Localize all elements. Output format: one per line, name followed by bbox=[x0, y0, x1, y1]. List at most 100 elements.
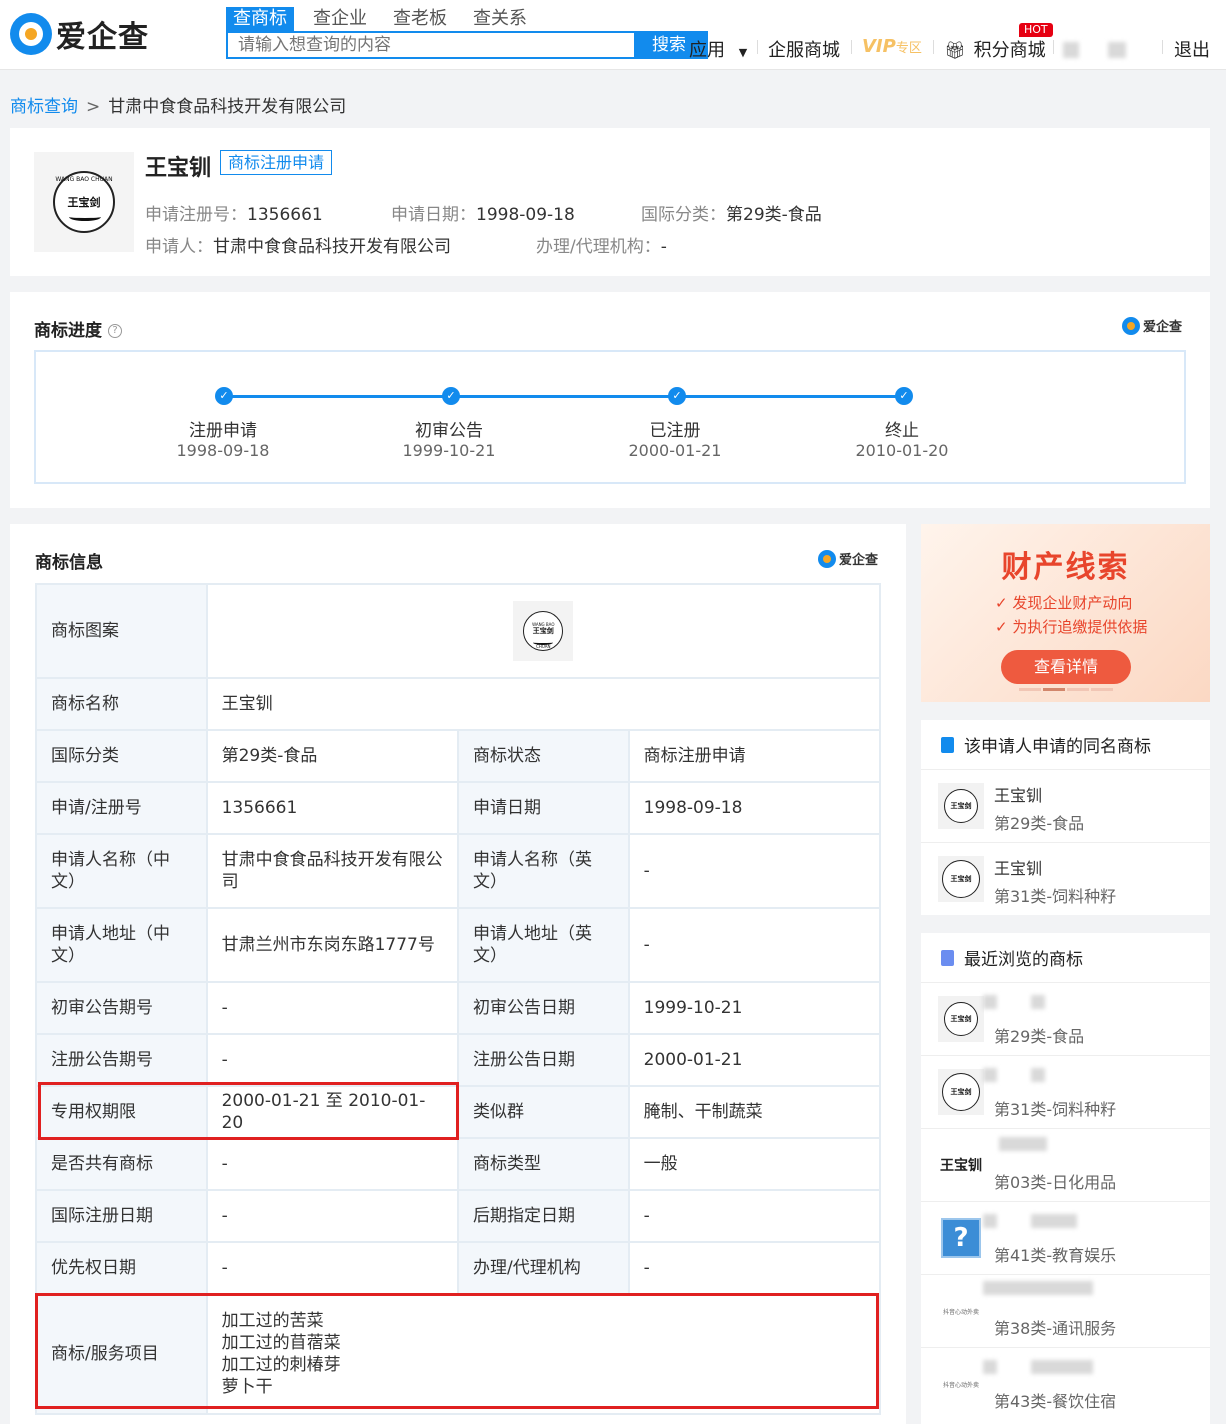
name-blurred bbox=[1031, 1214, 1077, 1228]
table-key: 申请人地址（中文） bbox=[35, 907, 208, 983]
username-blurred[interactable] bbox=[1108, 42, 1126, 58]
breadcrumb-separator: > bbox=[86, 97, 101, 117]
search-tabs: 查商标 查企业 查老板 查关系 bbox=[226, 7, 546, 31]
emblem-text: 王宝剑 bbox=[950, 1088, 972, 1096]
table-value: WANG BAO CHUAN 王宝剑 bbox=[205, 583, 882, 679]
nav-divider bbox=[1053, 40, 1054, 54]
list-item[interactable]: 王宝剑 王宝钏 第31类-饲料种籽 bbox=[921, 843, 1210, 916]
step-check-icon: ✓ bbox=[668, 387, 686, 405]
table-key: 办理/代理机构 bbox=[457, 1241, 630, 1295]
table-row: 申请人名称（中文） 甘肃中食食品科技开发有限公司 申请人名称（英文） - bbox=[35, 833, 882, 909]
tab-boss[interactable]: 查老板 bbox=[386, 7, 454, 31]
help-icon[interactable]: ? bbox=[108, 324, 122, 338]
emblem-wave bbox=[69, 213, 101, 221]
avatar[interactable] bbox=[1063, 42, 1079, 58]
table-row: 注册公告期号 - 注册公告日期 2000-01-21 bbox=[35, 1033, 882, 1087]
trademark-emblem: 王宝剑 bbox=[944, 1002, 978, 1036]
same-name-trademarks: 该申请人申请的同名商标 王宝剑 王宝钏 第29类-食品 王宝剑 王宝钏 第31类… bbox=[921, 720, 1210, 915]
nav-apps[interactable]: 应用 ▼ bbox=[689, 36, 747, 62]
table-value: - bbox=[205, 1137, 460, 1191]
table-key: 优先权日期 bbox=[35, 1241, 208, 1295]
search-input[interactable] bbox=[228, 33, 636, 57]
table-row: 国际注册日期 - 后期指定日期 - bbox=[35, 1189, 882, 1243]
table-value: - bbox=[627, 907, 882, 983]
promo-banner[interactable]: 财产线索 ✓ 发现企业财产动向 ✓ 为执行追缴提供依据 查看详情 bbox=[921, 524, 1210, 702]
breadcrumb: 商标查询 > 甘肃中食食品科技开发有限公司 bbox=[10, 92, 346, 117]
list-item[interactable]: 抖音心动外卖 第38类-通讯服务 bbox=[921, 1275, 1210, 1348]
trademark-emblem: 王宝剑 bbox=[942, 1073, 980, 1111]
table-key: 类似群 bbox=[457, 1085, 630, 1139]
nav-vip-zone[interactable]: VIP专区 bbox=[862, 36, 922, 57]
trademark-thumb: 抖音心动外卖 bbox=[938, 1361, 984, 1407]
reg-no-label: 申请注册号： bbox=[145, 205, 247, 225]
table-value: - bbox=[627, 833, 882, 909]
intl-class-value: 第29类-食品 bbox=[726, 205, 822, 225]
step-date: 2010-01-20 bbox=[855, 441, 949, 460]
list-item[interactable]: 王宝剑 第29类-食品 bbox=[921, 983, 1210, 1056]
table-value: 王宝钏 bbox=[205, 677, 882, 731]
nav-points-mall[interactable]: 🎁︎ 积分商城 bbox=[944, 36, 1046, 62]
view-details-button[interactable]: 查看详情 bbox=[1001, 650, 1131, 684]
table-key: 国际分类 bbox=[35, 729, 208, 783]
breadcrumb-root[interactable]: 商标查询 bbox=[10, 97, 78, 117]
step-date: 1999-10-21 bbox=[402, 441, 496, 460]
list-item[interactable]: 王宝剑 王宝钏 第29类-食品 bbox=[921, 770, 1210, 843]
table-key: 国际注册日期 bbox=[35, 1189, 208, 1243]
step-name: 初审公告 bbox=[415, 421, 483, 441]
list-item[interactable]: 王宝钏 第03类-日化用品 bbox=[921, 1129, 1210, 1202]
tab-relation[interactable]: 查关系 bbox=[466, 7, 534, 31]
promo-line: ✓ 发现企业财产动向 bbox=[995, 594, 1133, 612]
name-blurred bbox=[983, 1281, 1093, 1295]
trademark-class: 第29类-食品 bbox=[994, 1027, 1085, 1046]
emblem-arc-text: WANG BAO CHUAN bbox=[55, 176, 113, 183]
trademark-class: 第38类-通讯服务 bbox=[994, 1319, 1117, 1338]
points-mall-label: 积分商城 bbox=[973, 40, 1046, 61]
recent-trademarks: 最近浏览的商标 王宝剑 第29类-食品 王宝剑 第31类-饲料种籽 王宝钏 第0… bbox=[921, 933, 1210, 1424]
list-item[interactable]: ? 第41类-教育娱乐 bbox=[921, 1202, 1210, 1275]
name-blurred bbox=[983, 995, 997, 1009]
carousel-dot[interactable] bbox=[1067, 688, 1089, 691]
trademark-emblem: WANG BAO CHUAN 王宝剑 bbox=[53, 171, 115, 233]
carousel-dot[interactable] bbox=[1043, 688, 1065, 691]
thumb-text: 抖音心动外卖 bbox=[942, 1381, 979, 1389]
promo-title: 财产线索 bbox=[1001, 550, 1130, 585]
table-value: 腌制、干制蔬菜 bbox=[627, 1085, 882, 1139]
logout-link[interactable]: 退出 bbox=[1174, 36, 1210, 62]
table-key: 后期指定日期 bbox=[457, 1189, 630, 1243]
carousel-dot[interactable] bbox=[1091, 688, 1113, 691]
table-row: 商标图案 WANG BAO CHUAN 王宝剑 bbox=[35, 583, 882, 679]
history-icon bbox=[941, 949, 954, 966]
table-value: 1999-10-21 bbox=[627, 981, 882, 1035]
promo-line: ✓ 为执行追缴提供依据 bbox=[995, 618, 1148, 636]
applicant: 申请人：甘肃中食食品科技开发有限公司 bbox=[145, 232, 451, 257]
intl-class-label: 国际分类： bbox=[641, 205, 726, 225]
table-value: - bbox=[627, 1189, 882, 1243]
recent-title: 最近浏览的商标 bbox=[964, 950, 1083, 970]
info-brand: 爱企查 bbox=[818, 549, 878, 568]
carousel-dot[interactable] bbox=[1019, 688, 1041, 691]
table-value: 一般 bbox=[627, 1137, 882, 1191]
table-key: 申请人名称（中文） bbox=[35, 833, 208, 909]
tab-company[interactable]: 查企业 bbox=[306, 7, 374, 31]
table-key: 申请日期 bbox=[457, 781, 630, 835]
table-row: 申请人地址（中文） 甘肃兰州市东岗东路1777号 申请人地址（英文） - bbox=[35, 907, 882, 983]
table-key: 申请人地址（英文） bbox=[457, 907, 630, 983]
apply-date-value: 1998-09-18 bbox=[476, 205, 575, 225]
bookmark-icon bbox=[941, 736, 954, 753]
step-name: 已注册 bbox=[649, 421, 701, 441]
reg-no-value: 1356661 bbox=[247, 205, 323, 225]
recent-header: 最近浏览的商标 bbox=[921, 933, 1210, 983]
hot-badge: HOT bbox=[1019, 23, 1053, 37]
applicant-value[interactable]: 甘肃中食食品科技开发有限公司 bbox=[213, 237, 451, 257]
nav-enterprise-mall[interactable]: 企服商城 bbox=[768, 36, 840, 62]
list-item[interactable]: 王宝剑 第31类-饲料种籽 bbox=[921, 1056, 1210, 1129]
emblem-text: 王宝剑 bbox=[950, 875, 972, 883]
list-item[interactable]: 抖音心动外卖 第43类-餐饮住宿 bbox=[921, 1348, 1210, 1421]
tab-trademark[interactable]: 查商标 bbox=[226, 7, 294, 31]
progress-brand-text: 爱企查 bbox=[1143, 320, 1183, 335]
nav-divider bbox=[851, 40, 852, 54]
table-value[interactable]: 甘肃中食食品科技开发有限公司 bbox=[205, 833, 460, 909]
trademark-emblem: 王宝剑 bbox=[942, 860, 980, 898]
brand-logo[interactable]: 爱企查 bbox=[10, 12, 149, 56]
table-value: - bbox=[205, 981, 460, 1035]
